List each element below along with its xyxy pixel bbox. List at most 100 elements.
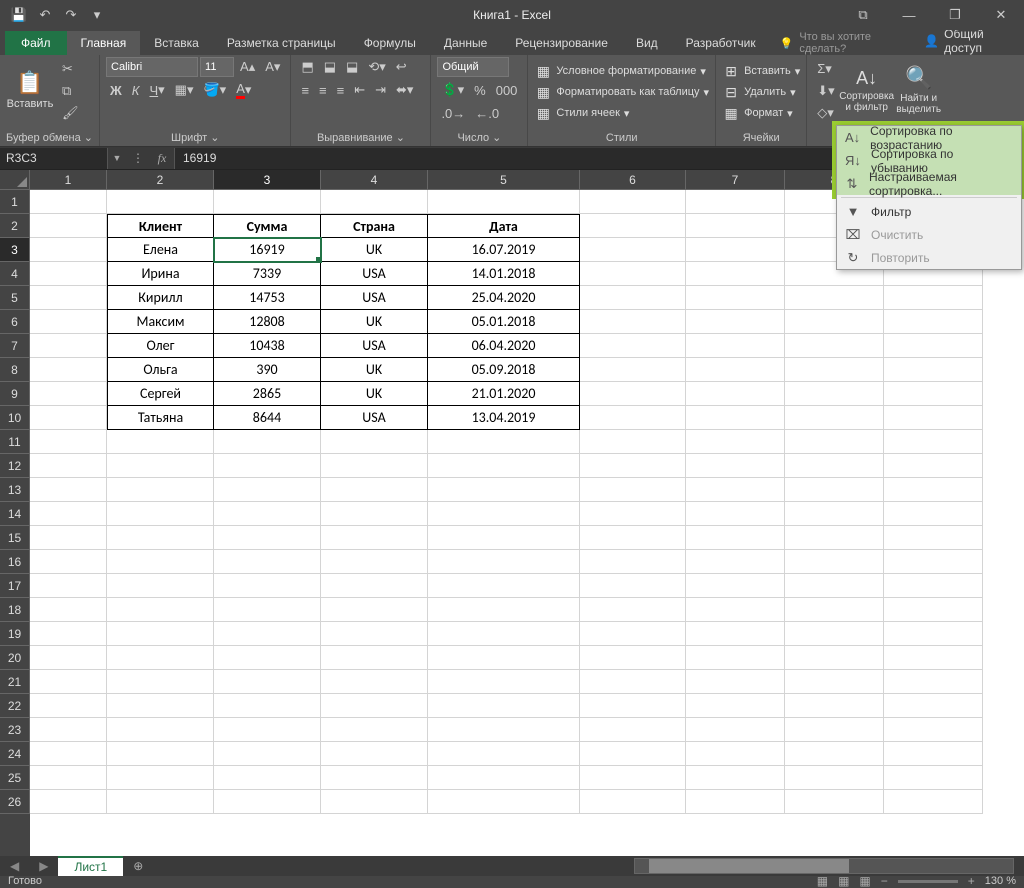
cell[interactable] [686, 406, 785, 430]
clear-filter-item[interactable]: ⌧Очистить [837, 223, 1021, 246]
row-header[interactable]: 26 [0, 790, 30, 814]
row-header[interactable]: 15 [0, 526, 30, 550]
cell[interactable] [428, 622, 580, 646]
cell[interactable] [884, 310, 983, 334]
cell[interactable] [321, 694, 428, 718]
cell[interactable] [30, 310, 107, 334]
cell[interactable] [30, 766, 107, 790]
cell[interactable] [580, 214, 686, 238]
wrap-text-icon[interactable]: ↩ [392, 57, 411, 77]
font-size-select[interactable] [200, 57, 234, 77]
cell[interactable] [785, 790, 884, 814]
cell[interactable] [580, 262, 686, 286]
cell[interactable] [107, 430, 214, 454]
cell[interactable]: Кирилл [107, 286, 214, 310]
cell[interactable] [884, 358, 983, 382]
increase-font-icon[interactable]: A▴ [236, 57, 259, 77]
cell[interactable] [884, 478, 983, 502]
cell[interactable]: 21.01.2020 [428, 382, 580, 406]
cell[interactable]: Елена [107, 238, 214, 262]
orientation-icon[interactable]: ⟲▾ [364, 57, 389, 77]
fill-color-button[interactable]: 🪣▾ [199, 80, 230, 100]
cell[interactable]: Страна [321, 214, 428, 238]
cell[interactable] [428, 766, 580, 790]
tab-page-layout[interactable]: Разметка страницы [213, 31, 350, 55]
cell[interactable] [214, 622, 321, 646]
cell[interactable] [580, 646, 686, 670]
column-header[interactable]: 2 [107, 170, 214, 190]
cell[interactable] [686, 286, 785, 310]
column-header[interactable]: 7 [686, 170, 785, 190]
cell[interactable]: 12808 [214, 310, 321, 334]
cell[interactable] [214, 718, 321, 742]
cell[interactable] [686, 502, 785, 526]
cell[interactable] [785, 502, 884, 526]
cell[interactable] [686, 766, 785, 790]
cell[interactable] [884, 694, 983, 718]
column-header[interactable]: 3 [214, 170, 321, 190]
fx-icon[interactable]: fx [150, 151, 174, 166]
cell[interactable] [785, 646, 884, 670]
cell[interactable] [107, 526, 214, 550]
cell[interactable] [785, 718, 884, 742]
cell[interactable] [428, 742, 580, 766]
cell[interactable] [580, 742, 686, 766]
cell[interactable] [321, 550, 428, 574]
cell[interactable] [214, 790, 321, 814]
cell[interactable] [107, 190, 214, 214]
cell[interactable]: 13.04.2019 [428, 406, 580, 430]
cell[interactable] [30, 238, 107, 262]
align-left-icon[interactable]: ≡ [297, 80, 313, 100]
cell[interactable] [884, 454, 983, 478]
cell[interactable] [107, 742, 214, 766]
cell[interactable] [686, 598, 785, 622]
save-icon[interactable]: 💾 [10, 6, 28, 24]
underline-button[interactable]: Ч▾ [145, 80, 168, 100]
find-select-button[interactable]: 🔍 Найти и выделить [895, 57, 943, 123]
cell[interactable] [428, 718, 580, 742]
tab-insert[interactable]: Вставка [140, 31, 213, 55]
cell[interactable]: 390 [214, 358, 321, 382]
cell[interactable] [107, 646, 214, 670]
cell[interactable] [214, 694, 321, 718]
formula-expand-icon[interactable]: ⋮ [126, 151, 150, 165]
cell[interactable] [580, 334, 686, 358]
cell[interactable] [30, 694, 107, 718]
cell[interactable] [428, 502, 580, 526]
cell[interactable] [107, 790, 214, 814]
cell[interactable] [321, 502, 428, 526]
cell[interactable] [686, 334, 785, 358]
cells-area[interactable]: КлиентСуммаСтранаДатаЕлена16919UK16.07.2… [30, 190, 1024, 856]
row-header[interactable]: 25 [0, 766, 30, 790]
cell[interactable]: Ирина [107, 262, 214, 286]
cell[interactable]: Ольга [107, 358, 214, 382]
row-header[interactable]: 1 [0, 190, 30, 214]
minimize-button[interactable]: — [886, 0, 932, 30]
clear-button[interactable]: ◇▾ [813, 103, 838, 123]
tab-review[interactable]: Рецензирование [501, 31, 622, 55]
cell[interactable] [428, 646, 580, 670]
cell[interactable] [214, 190, 321, 214]
cell[interactable] [884, 502, 983, 526]
cell[interactable] [785, 454, 884, 478]
cell[interactable] [30, 622, 107, 646]
cell[interactable] [580, 598, 686, 622]
cell[interactable] [884, 766, 983, 790]
cell[interactable] [30, 262, 107, 286]
cell[interactable]: 05.09.2018 [428, 358, 580, 382]
cell[interactable] [321, 574, 428, 598]
add-sheet-button[interactable]: ⊕ [123, 859, 153, 873]
cell[interactable] [321, 646, 428, 670]
cell[interactable] [30, 382, 107, 406]
cell[interactable]: Олег [107, 334, 214, 358]
cell[interactable] [580, 190, 686, 214]
cell[interactable] [686, 214, 785, 238]
format-as-table-button[interactable]: ▦Форматировать как таблицу ▾ [534, 82, 709, 102]
name-box[interactable]: R3C3 [0, 148, 108, 169]
cell[interactable] [321, 742, 428, 766]
cell[interactable] [884, 382, 983, 406]
cell[interactable] [30, 334, 107, 358]
cell[interactable]: USA [321, 334, 428, 358]
cell[interactable] [30, 550, 107, 574]
cell[interactable] [785, 694, 884, 718]
